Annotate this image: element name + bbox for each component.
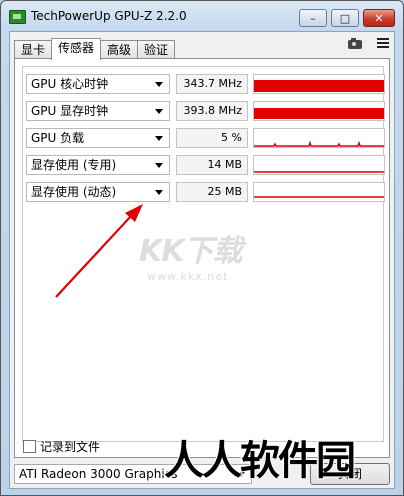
tab-sensors[interactable]: 传感器	[51, 38, 102, 60]
watermark-kk-url: www.kkx.net	[147, 270, 229, 283]
watermark-kk-logo: KK下载 www.kkx.net	[139, 226, 242, 283]
watermark-kk-text: KK下载	[139, 234, 242, 269]
gpuz-window: TechPowerUp GPU-Z 2.2.0 – □ ✕ 显卡 传感器 高级 …	[0, 0, 404, 496]
watermark-rr-logo: 人人软件园	[163, 438, 357, 484]
